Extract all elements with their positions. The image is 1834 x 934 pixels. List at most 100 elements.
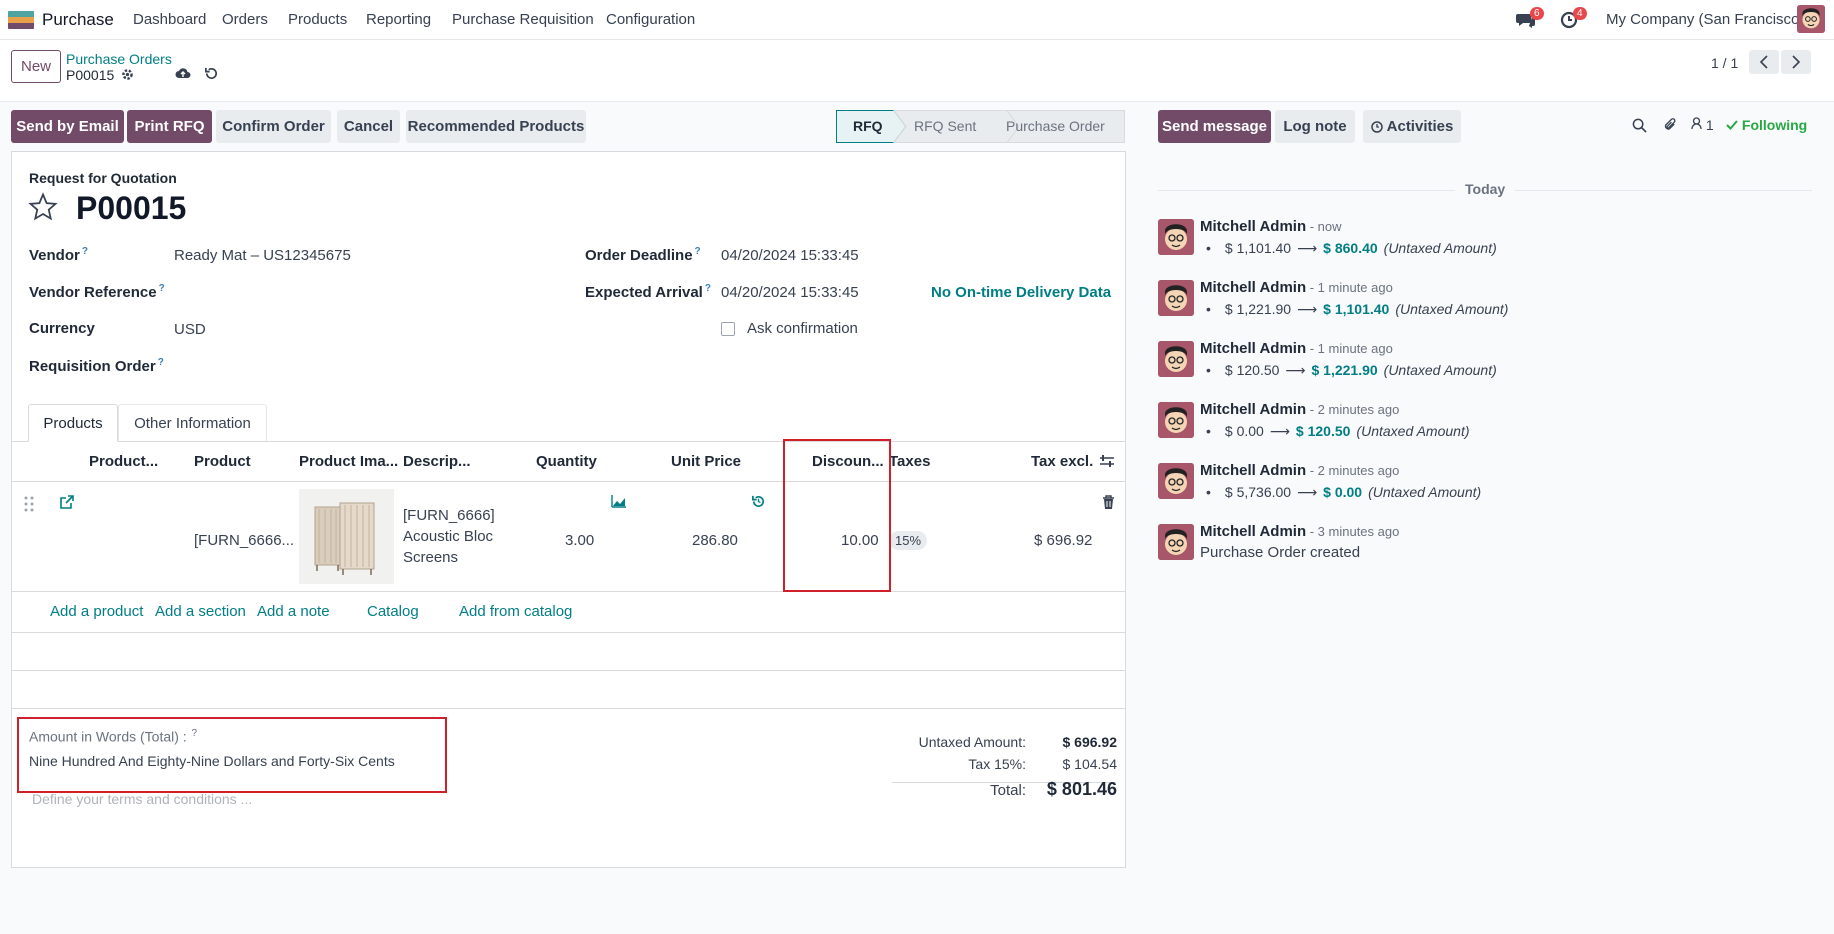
- gear-icon[interactable]: [121, 68, 134, 81]
- menu-products[interactable]: Products: [288, 11, 347, 28]
- col-taxes[interactable]: Taxes: [889, 453, 930, 470]
- favorite-star-icon[interactable]: [28, 192, 58, 222]
- row-description-line1[interactable]: [FURN_6666]: [403, 507, 495, 524]
- add-note-link[interactable]: Add a note: [257, 603, 330, 620]
- pager-next-button[interactable]: [1781, 50, 1811, 74]
- forecast-chart-icon[interactable]: [611, 494, 627, 508]
- message-author[interactable]: Mitchell Admin: [1200, 523, 1306, 540]
- message-avatar[interactable]: [1158, 219, 1194, 255]
- cloud-upload-icon[interactable]: [175, 66, 191, 80]
- row-product[interactable]: [FURN_6666...: [194, 532, 294, 549]
- message-author[interactable]: Mitchell Admin: [1200, 218, 1306, 235]
- tab-other-information[interactable]: Other Information: [118, 404, 267, 441]
- status-rfq[interactable]: RFQ: [853, 118, 883, 134]
- activities-label: Activities: [1386, 118, 1454, 135]
- tab-products[interactable]: Products: [28, 404, 118, 442]
- arrow-right-icon: ⟶: [1297, 301, 1318, 317]
- message-avatar[interactable]: [1158, 524, 1194, 560]
- following-button[interactable]: Following: [1726, 117, 1807, 133]
- col-quantity[interactable]: Quantity: [536, 453, 597, 470]
- vendor-field[interactable]: Ready Mat – US12345675: [174, 247, 351, 264]
- message-tracking-line: • $ 1,221.90 ⟶ $ 1,101.40 (Untaxed Amount): [1206, 301, 1508, 318]
- followers-button[interactable]: 1: [1691, 117, 1714, 133]
- log-note-button[interactable]: Log note: [1275, 110, 1355, 143]
- menu-dashboard[interactable]: Dashboard: [133, 11, 206, 28]
- user-avatar[interactable]: [1797, 5, 1825, 33]
- col-product[interactable]: Product: [194, 453, 251, 470]
- activities-button-chatter[interactable]: Activities: [1363, 110, 1461, 143]
- ontime-delivery-link[interactable]: No On-time Delivery Data: [931, 284, 1111, 301]
- status-rfq-sent[interactable]: RFQ Sent: [914, 118, 976, 134]
- message-author[interactable]: Mitchell Admin: [1200, 279, 1306, 296]
- message-avatar[interactable]: [1158, 341, 1194, 377]
- order-deadline-field[interactable]: 04/20/2024 15:33:45: [721, 247, 859, 264]
- col-product-image[interactable]: Product Ima...: [299, 453, 398, 470]
- delete-trash-icon[interactable]: [1102, 495, 1115, 510]
- pager-previous-button[interactable]: [1749, 50, 1779, 74]
- message-avatar[interactable]: [1158, 463, 1194, 499]
- requisition-order-field[interactable]: [174, 352, 554, 378]
- menu-purchase-requisition[interactable]: Purchase Requisition: [452, 11, 594, 28]
- add-from-catalog-link[interactable]: Add from catalog: [459, 603, 572, 620]
- company-switcher[interactable]: My Company (San Francisco): [1606, 11, 1804, 28]
- reset-price-icon[interactable]: [751, 494, 766, 509]
- recommended-products-button[interactable]: Recommended Products: [406, 110, 586, 143]
- bullet: •: [1206, 362, 1211, 378]
- confirm-order-button[interactable]: Confirm Order: [216, 110, 331, 143]
- menu-configuration[interactable]: Configuration: [606, 11, 695, 28]
- menu-orders[interactable]: Orders: [222, 11, 268, 28]
- new-button[interactable]: New: [11, 50, 61, 83]
- send-message-button[interactable]: Send message: [1158, 110, 1271, 143]
- discard-changes-icon[interactable]: [204, 66, 219, 81]
- search-icon[interactable]: [1632, 118, 1647, 133]
- paperclip-icon[interactable]: [1663, 117, 1678, 133]
- row-unit-price[interactable]: 286.80: [692, 532, 738, 549]
- currency-field[interactable]: USD: [174, 321, 206, 338]
- discount-column-highlight: [783, 439, 891, 592]
- message-avatar[interactable]: [1158, 402, 1194, 438]
- vendor-reference-field[interactable]: [174, 278, 554, 304]
- ask-confirmation-checkbox[interactable]: [721, 322, 735, 336]
- messages-button[interactable]: 6: [1516, 7, 1544, 29]
- chevron-right-icon: [1792, 55, 1801, 69]
- order-deadline-label: Order Deadline?: [585, 246, 701, 264]
- external-link-icon[interactable]: [59, 494, 75, 510]
- col-tax-excl[interactable]: Tax excl.: [1031, 453, 1093, 470]
- send-by-email-button[interactable]: Send by Email: [11, 110, 124, 143]
- product-image[interactable]: [299, 489, 394, 584]
- message-author[interactable]: Mitchell Admin: [1200, 401, 1306, 418]
- breadcrumb-purchase-orders[interactable]: Purchase Orders: [66, 51, 172, 67]
- total-value: $ 801.46: [1046, 779, 1117, 799]
- acoustic-screen-image: [314, 502, 375, 575]
- row-quantity[interactable]: 3.00: [565, 532, 594, 549]
- terms-conditions-field[interactable]: Define your terms and conditions ...: [32, 791, 252, 807]
- apps-menu-icon[interactable]: [8, 11, 34, 29]
- status-purchase-order[interactable]: Purchase Order: [1006, 118, 1105, 134]
- check-icon: [1726, 120, 1738, 130]
- app-name[interactable]: Purchase: [42, 10, 114, 30]
- message-avatar[interactable]: [1158, 280, 1194, 316]
- message-author[interactable]: Mitchell Admin: [1200, 340, 1306, 357]
- col-product-variant[interactable]: Product...: [89, 453, 158, 470]
- message-author[interactable]: Mitchell Admin: [1200, 462, 1306, 479]
- optional-columns-icon[interactable]: [1099, 454, 1115, 468]
- catalog-link[interactable]: Catalog: [367, 603, 419, 620]
- menu-reporting[interactable]: Reporting: [366, 11, 431, 28]
- print-rfq-button[interactable]: Print RFQ: [127, 110, 212, 143]
- row-tax-tag[interactable]: 15%: [889, 531, 928, 550]
- table-row[interactable]: [FURN_6666... [FURN_6666] Acoustic Bloc …: [12, 482, 1125, 592]
- pager-value[interactable]: 1 / 1: [1711, 55, 1738, 71]
- bullet: •: [1206, 484, 1211, 500]
- drag-handle-icon[interactable]: [24, 496, 34, 512]
- expected-arrival-field[interactable]: 04/20/2024 15:33:45: [721, 284, 859, 301]
- col-unit-price[interactable]: Unit Price: [671, 453, 741, 470]
- col-description[interactable]: Descrip...: [403, 453, 471, 470]
- add-section-link[interactable]: Add a section: [155, 603, 246, 620]
- row-description-line3[interactable]: Screens: [403, 549, 458, 566]
- add-product-link[interactable]: Add a product: [50, 603, 143, 620]
- cancel-button[interactable]: Cancel: [337, 110, 400, 143]
- activities-button[interactable]: 4: [1560, 7, 1587, 29]
- tax-label: Tax 15%:: [968, 756, 1026, 772]
- tracked-field: (Untaxed Amount): [1368, 484, 1482, 500]
- row-description-line2[interactable]: Acoustic Bloc: [403, 528, 493, 545]
